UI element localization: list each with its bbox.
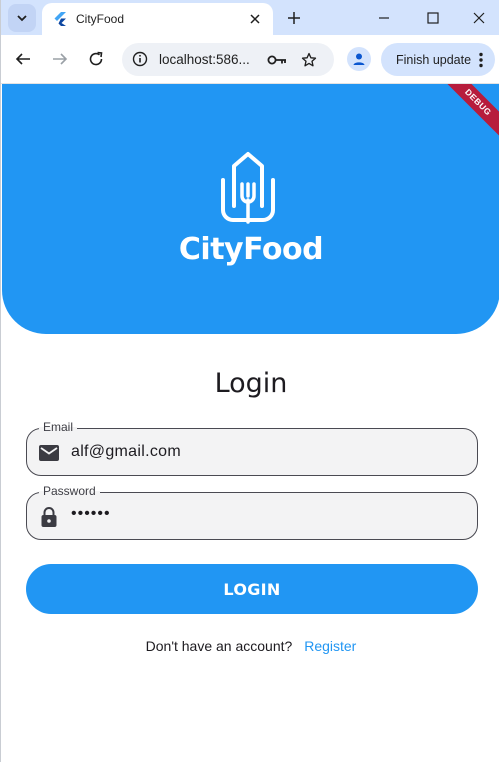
password-input[interactable]: •••••• xyxy=(71,505,111,523)
reload-icon xyxy=(89,51,103,66)
new-tab-button[interactable] xyxy=(283,7,305,29)
browser-toolbar: localhost:586... Finish update xyxy=(1,35,499,84)
close-icon xyxy=(473,12,485,24)
url-text: localhost:586... xyxy=(159,52,250,67)
menu-button[interactable] xyxy=(473,50,489,70)
tab-strip: CityFood xyxy=(1,0,499,35)
plus-icon xyxy=(288,12,300,24)
more-vertical-icon xyxy=(479,52,483,67)
header-banner: CityFood DEBUG xyxy=(2,84,499,334)
finish-update-button[interactable]: Finish update xyxy=(381,43,495,76)
password-label: Password xyxy=(39,484,100,498)
password-field[interactable]: Password •••••• xyxy=(26,484,478,540)
app-page: CityFood DEBUG Login Email alf@gmail.com… xyxy=(2,84,499,762)
arrow-right-icon xyxy=(53,53,68,65)
key-icon xyxy=(267,55,286,65)
debug-banner: DEBUG xyxy=(436,84,499,144)
person-icon xyxy=(353,53,365,65)
star-icon xyxy=(301,52,317,67)
email-field[interactable]: Email alf@gmail.com xyxy=(26,420,478,476)
bookmark-button[interactable] xyxy=(298,49,320,71)
address-bar[interactable]: localhost:586... xyxy=(122,43,334,76)
tab-title: CityFood xyxy=(76,12,125,26)
email-input[interactable]: alf@gmail.com xyxy=(71,443,181,461)
password-manager-button[interactable] xyxy=(266,50,288,70)
flutter-icon xyxy=(54,12,66,26)
tab-close-button[interactable] xyxy=(245,9,265,29)
minimize-button[interactable] xyxy=(372,6,396,30)
email-icon xyxy=(37,441,61,465)
maximize-button[interactable] xyxy=(421,6,445,30)
profile-button[interactable] xyxy=(347,47,371,71)
city-food-logo-icon xyxy=(221,152,275,224)
chevron-down-icon xyxy=(17,15,27,22)
back-button[interactable] xyxy=(11,47,35,71)
register-prompt: Don't have an account? xyxy=(145,638,293,654)
brand-name: CityFood xyxy=(178,232,324,267)
browser-window: CityFood localhost:586... Finish update … xyxy=(0,0,499,762)
window-close-button[interactable] xyxy=(467,6,491,30)
site-info-button[interactable] xyxy=(130,49,150,69)
info-icon xyxy=(132,51,148,67)
arrow-left-icon xyxy=(15,53,30,65)
email-label: Email xyxy=(39,420,78,434)
tab-search-button[interactable] xyxy=(8,4,36,32)
minimize-icon xyxy=(379,17,389,19)
page-title: Login xyxy=(214,368,288,399)
close-icon xyxy=(250,14,260,24)
reload-button[interactable] xyxy=(84,47,108,71)
forward-button[interactable] xyxy=(48,47,72,71)
register-link[interactable]: Register xyxy=(304,638,356,654)
lock-icon xyxy=(37,505,61,529)
browser-tab[interactable]: CityFood xyxy=(42,3,273,35)
register-row: Don't have an account? Register xyxy=(2,638,499,654)
login-button[interactable]: LOGIN xyxy=(26,564,478,614)
maximize-icon xyxy=(427,12,439,24)
finish-update-label: Finish update xyxy=(396,52,472,67)
